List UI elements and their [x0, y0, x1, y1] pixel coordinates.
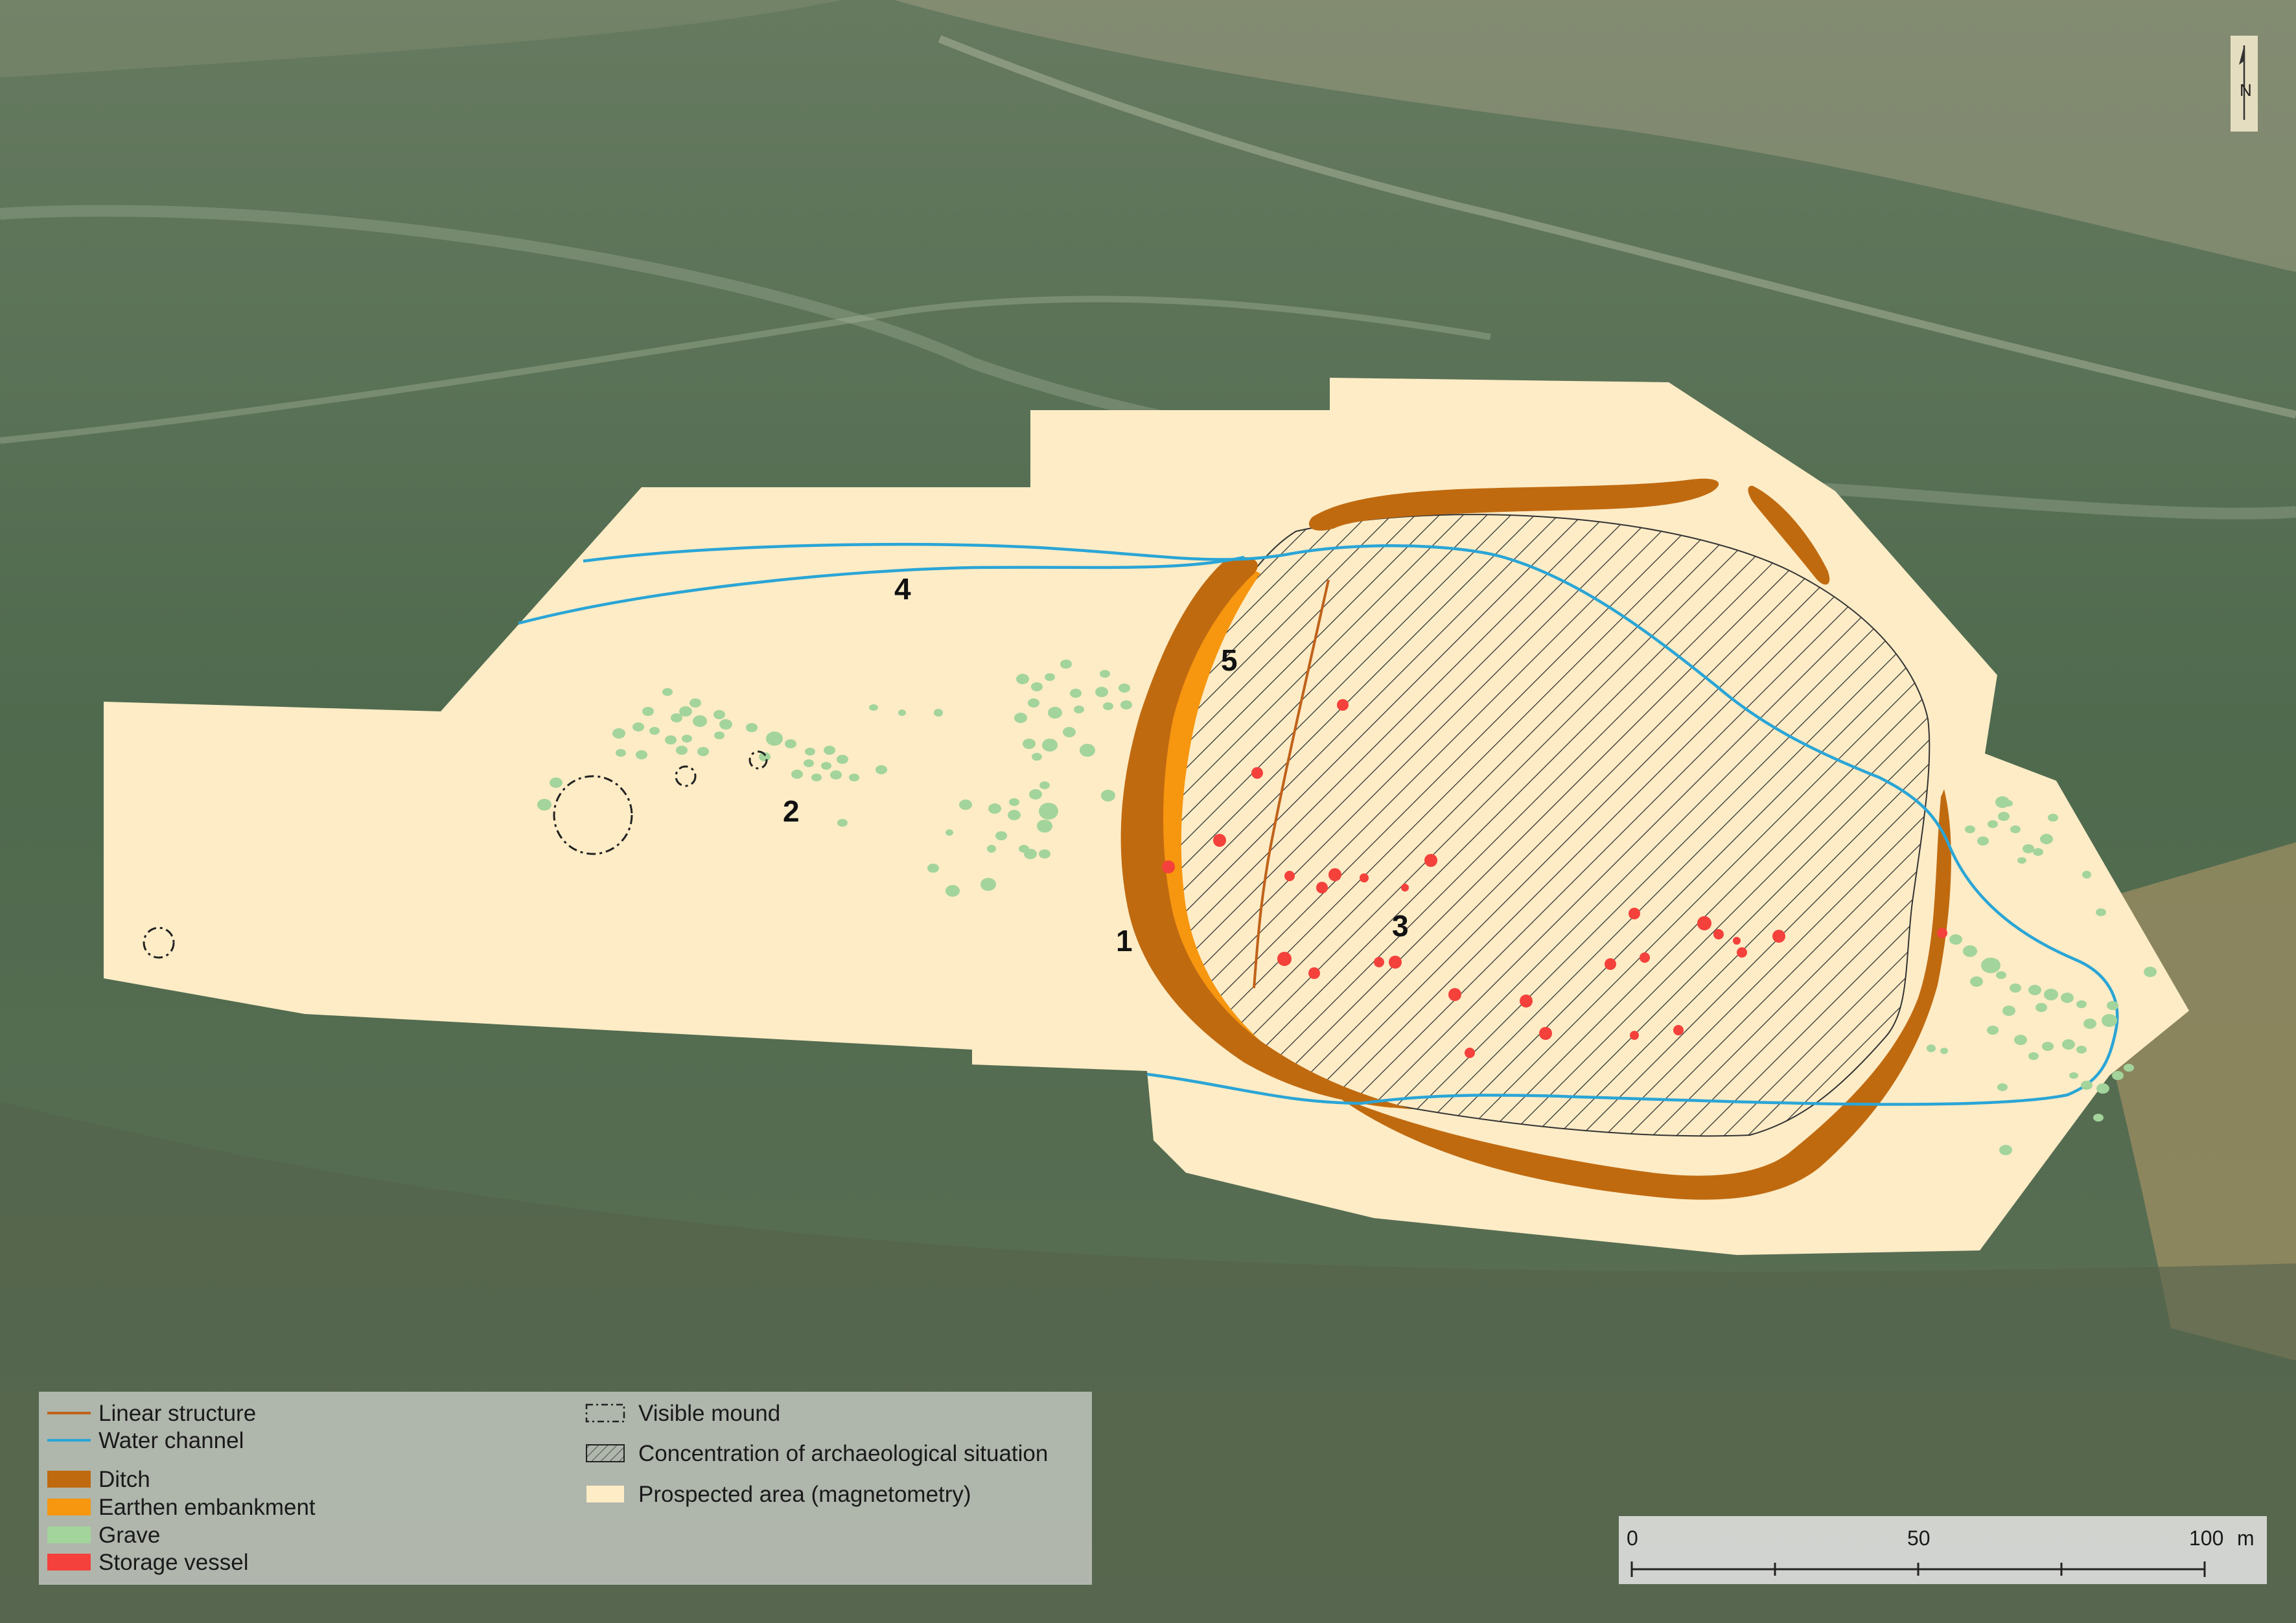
concentration-hatch	[1156, 514, 1930, 1136]
concentration-swatch	[586, 1444, 625, 1462]
legend-linear-structure: Linear structure	[99, 1401, 256, 1426]
legend-water-channel: Water channel	[99, 1428, 244, 1453]
legend-grave: Grave	[99, 1523, 160, 1548]
legend-earthen-embankment: Earthen embankment	[99, 1495, 316, 1520]
legend-storage-vessel: Storage vessel	[99, 1550, 249, 1575]
scale-label-100: 100	[2189, 1526, 2223, 1550]
legend-concentration: Concentration of archaeological situatio…	[638, 1441, 1048, 1466]
prospected-area-swatch	[586, 1486, 624, 1502]
scale-label-0: 0	[1627, 1526, 1638, 1550]
site-label-2: 2	[783, 794, 800, 828]
scale-bar: 0 50 100 m	[1619, 1516, 2267, 1584]
site-label-3: 3	[1392, 909, 1409, 943]
scale-bar-panel	[1619, 1516, 2267, 1584]
legend: Linear structure Water channel Ditch Ear…	[39, 1392, 1092, 1585]
site-label-1: 1	[1116, 924, 1133, 958]
ditch-swatch	[47, 1471, 91, 1488]
scale-unit: m	[2237, 1526, 2255, 1550]
scale-label-50: 50	[1907, 1526, 1931, 1550]
grave-swatch	[47, 1526, 91, 1543]
north-label: N	[2240, 80, 2252, 100]
north-arrow: N	[2231, 36, 2258, 132]
embankment-swatch	[47, 1499, 91, 1515]
site-label-5: 5	[1221, 643, 1238, 677]
site-label-4: 4	[894, 572, 911, 606]
legend-prospected-area: Prospected area (magnetometry)	[638, 1482, 971, 1507]
legend-ditch: Ditch	[99, 1467, 150, 1492]
legend-visible-mound: Visible mound	[638, 1401, 780, 1426]
storage-vessel-swatch	[47, 1554, 91, 1571]
site-map: 1 2 3 4 5 N Linear structure Water chann…	[0, 0, 2296, 1623]
